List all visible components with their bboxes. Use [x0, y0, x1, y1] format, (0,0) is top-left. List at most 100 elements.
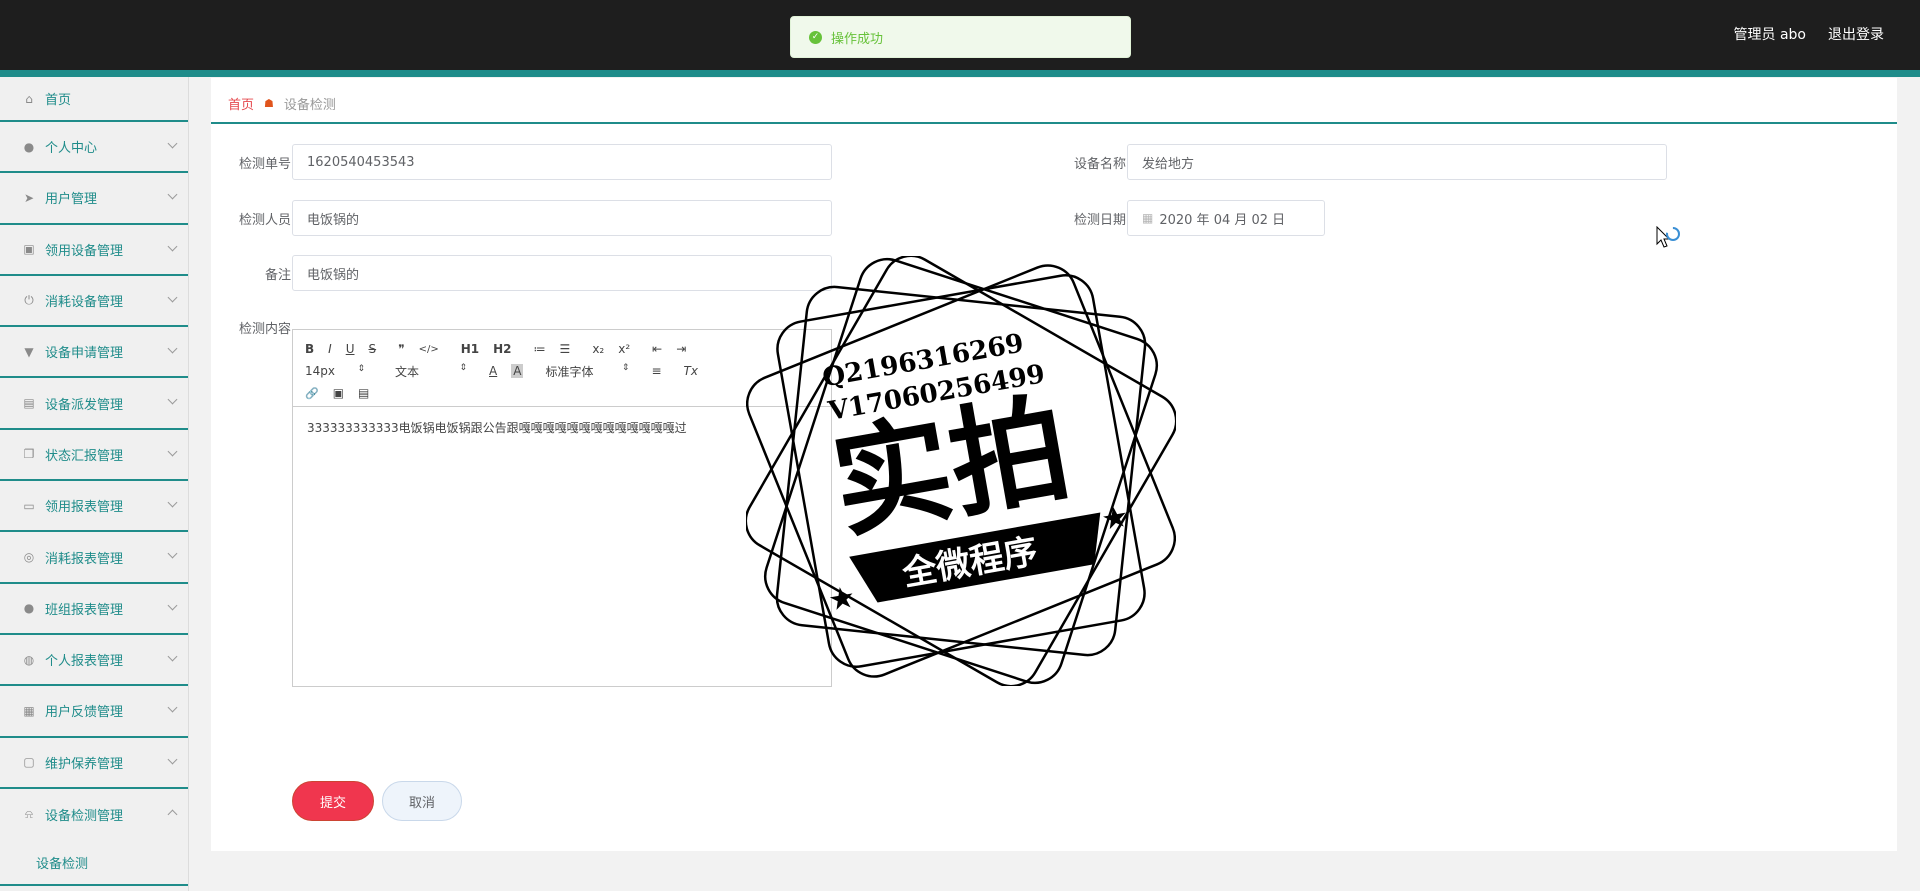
subscript-button[interactable]: x₂	[592, 342, 604, 356]
quote-icon[interactable]: ❞	[398, 342, 404, 356]
h2-button[interactable]: H2	[493, 342, 511, 356]
sidebar-item[interactable]: ● 班组报表管理	[0, 584, 188, 635]
sidebar-item-label: 用户反馈管理	[45, 705, 124, 721]
sidebar-item[interactable]: ◍ 个人报表管理	[0, 635, 188, 687]
sidebar-item-label: 状态汇报管理	[45, 448, 124, 464]
calendar-icon: ▦	[1142, 211, 1154, 225]
sidebar-item[interactable]: ▤ 设备派发管理	[0, 378, 188, 430]
chevron-down-icon	[167, 497, 178, 508]
user-label: 管理员 abo	[1733, 27, 1806, 43]
chat-icon: ▢	[23, 755, 35, 770]
copy-icon: ❐	[23, 447, 35, 462]
sidebar-item[interactable]: ▣ 领用设备管理	[0, 225, 188, 276]
breadcrumb-separator-icon: ☗	[264, 97, 274, 110]
select-arrows-icon: ⇕	[459, 362, 467, 373]
sidebar-item[interactable]: ▭ 领用报表管理	[0, 481, 188, 533]
chevron-down-icon	[167, 651, 178, 662]
chevron-down-icon	[167, 600, 178, 611]
sidebar-item-label: 用户管理	[45, 192, 98, 208]
sidebar-item-label: 班组报表管理	[45, 602, 124, 618]
clear-format-icon[interactable]: Tx	[684, 364, 698, 378]
sidebar-item-label: 维护保养管理	[45, 756, 124, 772]
cancel-button[interactable]: 取消	[382, 781, 462, 821]
underline-button[interactable]: U	[346, 342, 355, 356]
sidebar-subitem-device-inspection[interactable]: 设备检测	[0, 840, 188, 887]
sidebar-item[interactable]: ◎ 消耗报表管理	[0, 532, 188, 584]
font-size-value: 14px	[305, 364, 335, 378]
chevron-up-icon	[167, 809, 178, 820]
align-icon[interactable]: ≡	[651, 364, 661, 378]
clipboard-icon: ▦	[23, 703, 35, 718]
image-icon[interactable]: ▣	[333, 386, 344, 400]
inspector-input[interactable]: 电饭锅的	[292, 200, 832, 236]
user-icon: ●	[23, 139, 35, 154]
select-arrows-icon: ⇕	[621, 362, 630, 373]
order-no-label: 检测单号	[238, 157, 291, 172]
brush-icon: ▼	[24, 344, 34, 359]
chevron-down-icon	[167, 138, 178, 149]
sidebar-item[interactable]: ❐ 状态汇报管理	[0, 430, 188, 482]
font-family-value: 标准字体	[545, 364, 594, 379]
busy-cursor-icon	[1656, 226, 1680, 248]
outdent-icon[interactable]: ⇤	[652, 342, 662, 356]
sidebar: ⌂ 首页 ● 个人中心 ➤ 用户管理 ▣ 领用设备管理 ⏻ 消耗设备管理 ▼ 设备申请管理 ▤ 设备派发管…	[0, 77, 189, 891]
breadcrumb-current: 设备检测	[283, 98, 336, 113]
select-arrows-icon: ⇕	[357, 364, 365, 374]
ordered-list-icon[interactable]: ≔	[534, 342, 546, 356]
submit-button[interactable]: 提交	[292, 781, 374, 821]
device-name-input[interactable]: 发给地方	[1127, 144, 1667, 180]
sidebar-item[interactable]: ⍾ 设备检测管理	[0, 789, 188, 840]
compass-icon: ◍	[23, 652, 35, 667]
device-name-label: 设备名称	[1073, 157, 1126, 172]
chevron-down-icon	[167, 702, 178, 713]
h1-button[interactable]: H1	[461, 342, 479, 356]
sidebar-item[interactable]: ● 个人中心	[0, 122, 188, 174]
sidebar-item-label: 设备检测管理	[45, 809, 124, 824]
sidebar-item[interactable]: ➤ 用户管理	[0, 173, 188, 225]
chevron-down-icon	[167, 395, 178, 405]
breadcrumb-home[interactable]: 首页	[228, 94, 254, 113]
date-label: 检测日期	[1073, 213, 1126, 228]
order-no-input[interactable]: 1620540453543	[292, 144, 832, 180]
superscript-button[interactable]: x²	[618, 342, 630, 356]
bold-button[interactable]: B	[305, 342, 314, 356]
text-type-select[interactable]: 文本 ⇕	[395, 363, 467, 380]
sidebar-item[interactable]: ▼ 设备申请管理	[0, 327, 188, 379]
breadcrumb-divider	[211, 122, 1897, 124]
user-icon: ●	[23, 601, 35, 616]
inspector-label: 检测人员	[238, 213, 291, 228]
content-label: 检测内容	[238, 322, 291, 337]
date-picker[interactable]: ▦ 2020 年 04 月 02 日	[1127, 200, 1325, 236]
chevron-down-icon	[167, 241, 178, 252]
sidebar-item-label: 消耗设备管理	[45, 295, 124, 311]
power-icon: ⏻	[24, 293, 34, 308]
chevron-down-icon	[167, 343, 178, 354]
success-toast: ✓ 操作成功	[790, 16, 1131, 58]
video-icon[interactable]: ▤	[358, 386, 369, 400]
sidebar-item-label: 领用设备管理	[45, 243, 124, 259]
bg-color-icon[interactable]: A	[511, 364, 524, 378]
logout-button[interactable]: 退出登录	[1828, 24, 1884, 44]
text-type-value: 文本	[395, 364, 420, 379]
toast-message: 操作成功	[831, 31, 884, 47]
sidebar-item-label: 设备申请管理	[45, 346, 124, 362]
indent-icon[interactable]: ⇥	[676, 342, 686, 356]
remark-label: 备注	[264, 268, 291, 283]
font-size-select[interactable]: 14px ⇕	[305, 364, 365, 378]
sidebar-item[interactable]: ⌂ 首页	[0, 77, 188, 122]
watermark-stamp: Q2196316269 V17060256499 实拍 全微程序 ★ ★	[746, 256, 1176, 686]
font-family-select[interactable]: 标准字体 ⇕	[545, 363, 629, 380]
code-icon[interactable]: </>	[419, 344, 439, 355]
sidebar-item[interactable]: ▢ 维护保养管理	[0, 738, 188, 789]
header-right: 管理员 abo 退出登录	[1734, 24, 1884, 44]
italic-button[interactable]: I	[328, 342, 332, 356]
font-color-icon[interactable]: A	[489, 364, 497, 378]
home-icon: ⌂	[25, 91, 33, 106]
strike-button[interactable]: S	[369, 342, 377, 356]
bullet-list-icon[interactable]: ☰	[560, 342, 571, 356]
sidebar-item[interactable]: ⏻ 消耗设备管理	[0, 276, 188, 328]
chevron-down-icon	[167, 292, 178, 303]
sidebar-item[interactable]: ▦ 用户反馈管理	[0, 686, 188, 738]
link-icon[interactable]: 🔗	[305, 387, 319, 400]
send-icon: ➤	[23, 190, 35, 205]
